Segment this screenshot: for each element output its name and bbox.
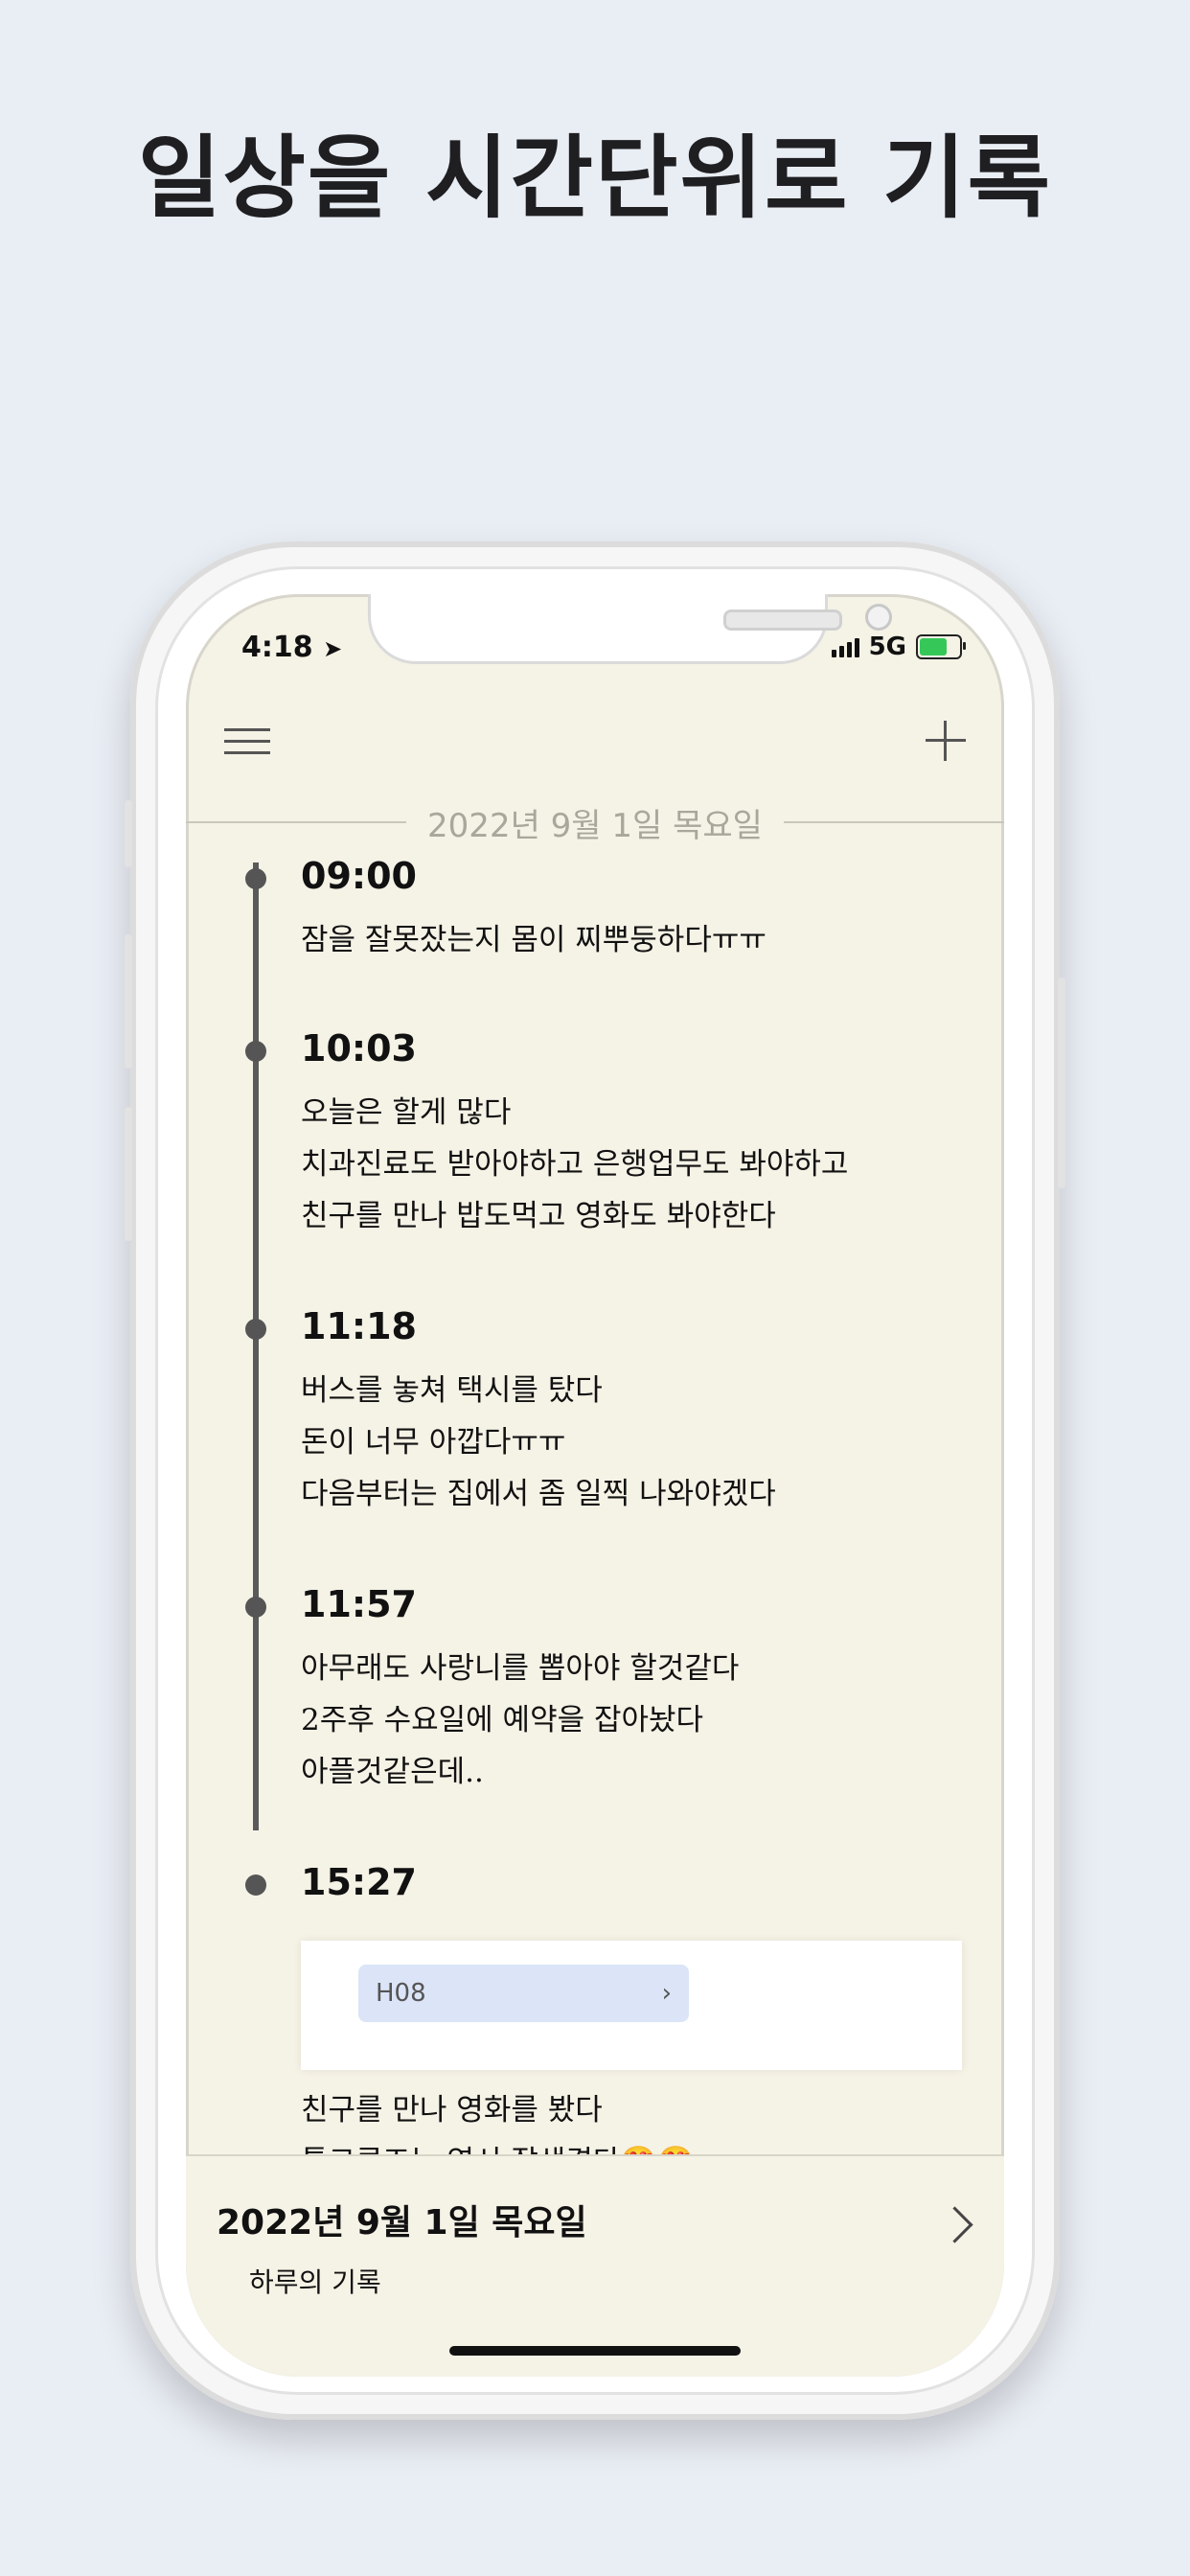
timeline[interactable]: 09:00 잠을 잘못잤는지 몸이 찌뿌둥하다ㅠㅠ 10:03 오늘은 할게 많… (186, 855, 1004, 1903)
timeline-dot (245, 1319, 266, 1340)
entry-time: 15:27 (301, 1861, 417, 1903)
timeline-dot (245, 1597, 266, 1618)
timeline-dot (245, 868, 266, 889)
add-entry-button[interactable] (926, 721, 966, 761)
volume-up-button (125, 934, 132, 1069)
home-indicator (449, 2346, 741, 2356)
timeline-line (253, 862, 259, 1830)
hamburger-menu-icon[interactable] (224, 728, 270, 757)
timeline-dot (245, 1041, 266, 1062)
entry-time: 09:00 (301, 855, 417, 897)
status-time: 4:18 ➤ (241, 631, 342, 664)
mute-switch (125, 800, 132, 867)
entry-time: 11:57 (301, 1583, 417, 1625)
network-label: 5G (868, 632, 906, 661)
speaker (723, 610, 842, 631)
entry-time: 10:03 (301, 1027, 417, 1070)
phone-screen: 4:18 ➤ 5G 2022년 9월 1일 목요일 09:00 잠을 잘못잤는지… (186, 594, 1004, 2377)
timeline-entry[interactable]: 15:27 (186, 1861, 1004, 2060)
timeline-dot (245, 1874, 266, 1896)
day-summary-panel[interactable]: 2022년 9월 1일 목요일 하루의 기록 (186, 2154, 1004, 2377)
signal-icon (831, 636, 859, 657)
location-arrow-icon: ➤ (323, 635, 343, 662)
date-divider: 2022년 9월 1일 목요일 (186, 803, 1004, 845)
entry-line: 치과진료도 받아야하고 은행업무도 봐야하고 (301, 1147, 849, 1182)
entry-line: 친구를 만나 밥도먹고 영화도 봐야한다 (301, 1199, 776, 1233)
entry-line: 돈이 너무 아깝다ㅠㅠ (301, 1425, 566, 1460)
entry-line: 다음부터는 집에서 좀 일찍 나와야겠다 (301, 1477, 776, 1511)
headline: 일상을 시간단위로 기록 (137, 126, 1053, 231)
volume-down-button (125, 1107, 132, 1241)
summary-subtitle: 하루의 기록 (249, 2266, 381, 2298)
chevron-right-icon[interactable] (936, 2206, 973, 2243)
entry-line: 2주후 수요일에 예약을 잡아놨다 (301, 1703, 704, 1737)
entry-line: 잠을 잘못잤는지 몸이 찌뿌둥하다ㅠㅠ (301, 923, 767, 957)
summary-date: 2022년 9월 1일 목요일 (217, 2203, 587, 2242)
entry-line: 오늘은 할게 많다 (301, 1095, 512, 1130)
entry-time: 11:18 (301, 1305, 417, 1347)
clock: 4:18 (241, 631, 313, 664)
power-button (1058, 978, 1065, 1188)
status-indicators: 5G (831, 632, 966, 661)
battery-icon (916, 634, 966, 659)
entry-line: 버스를 놓쳐 택시를 탔다 (301, 1373, 603, 1408)
notch (368, 594, 892, 664)
camera (865, 604, 892, 631)
entry-line: 아플것같은데.. (301, 1755, 484, 1789)
date-header: 2022년 9월 1일 목요일 (427, 806, 763, 845)
entry-line: 아무래도 사랑니를 뽑아야 할것같다 (301, 1651, 740, 1686)
